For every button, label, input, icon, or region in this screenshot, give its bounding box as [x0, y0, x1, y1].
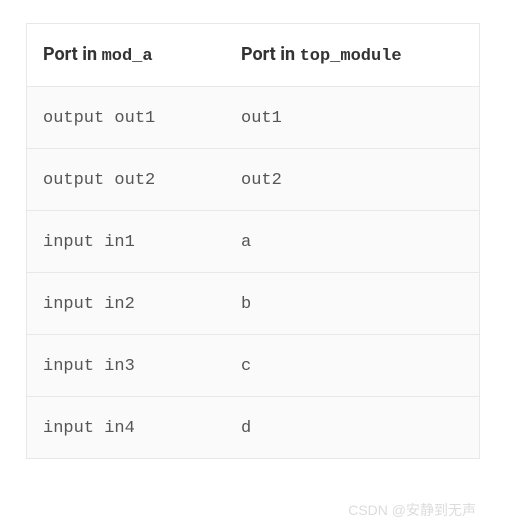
cell-top-module-port: b	[225, 273, 479, 334]
cell-mod-a-port: input in4	[27, 397, 225, 458]
header-code-2: top_module	[300, 47, 402, 66]
cell-top-module-port: out1	[225, 87, 479, 148]
watermark-text: CSDN @安静到无声	[348, 500, 476, 520]
header-cell-top-module: Port in top_module	[225, 24, 479, 86]
cell-value: d	[241, 419, 251, 438]
cell-value: input in3	[43, 357, 135, 376]
header-cell-mod-a: Port in mod_a	[27, 24, 225, 86]
cell-top-module-port: c	[225, 335, 479, 396]
cell-value: c	[241, 357, 251, 376]
table-row: input in1 a	[27, 211, 479, 273]
cell-top-module-port: a	[225, 211, 479, 272]
cell-value: output out1	[43, 109, 155, 128]
cell-value: b	[241, 295, 251, 314]
table-row: input in3 c	[27, 335, 479, 397]
cell-mod-a-port: output out1	[27, 87, 225, 148]
cell-top-module-port: d	[225, 397, 479, 458]
table-header-row: Port in mod_a Port in top_module	[27, 24, 479, 87]
header-prefix-2: Port in	[241, 44, 300, 65]
header-prefix-1: Port in	[43, 44, 102, 65]
port-mapping-table: Port in mod_a Port in top_module output …	[26, 23, 480, 459]
table-row: input in2 b	[27, 273, 479, 335]
cell-value: out1	[241, 109, 282, 128]
cell-value: input in4	[43, 419, 135, 438]
header-code-1: mod_a	[102, 47, 153, 66]
cell-mod-a-port: output out2	[27, 149, 225, 210]
cell-value: output out2	[43, 171, 155, 190]
cell-value: a	[241, 233, 251, 252]
cell-value: input in2	[43, 295, 135, 314]
cell-mod-a-port: input in2	[27, 273, 225, 334]
cell-mod-a-port: input in3	[27, 335, 225, 396]
table-row: output out1 out1	[27, 87, 479, 149]
table-row: input in4 d	[27, 397, 479, 458]
cell-value: out2	[241, 171, 282, 190]
cell-value: input in1	[43, 233, 135, 252]
table-row: output out2 out2	[27, 149, 479, 211]
cell-mod-a-port: input in1	[27, 211, 225, 272]
cell-top-module-port: out2	[225, 149, 479, 210]
